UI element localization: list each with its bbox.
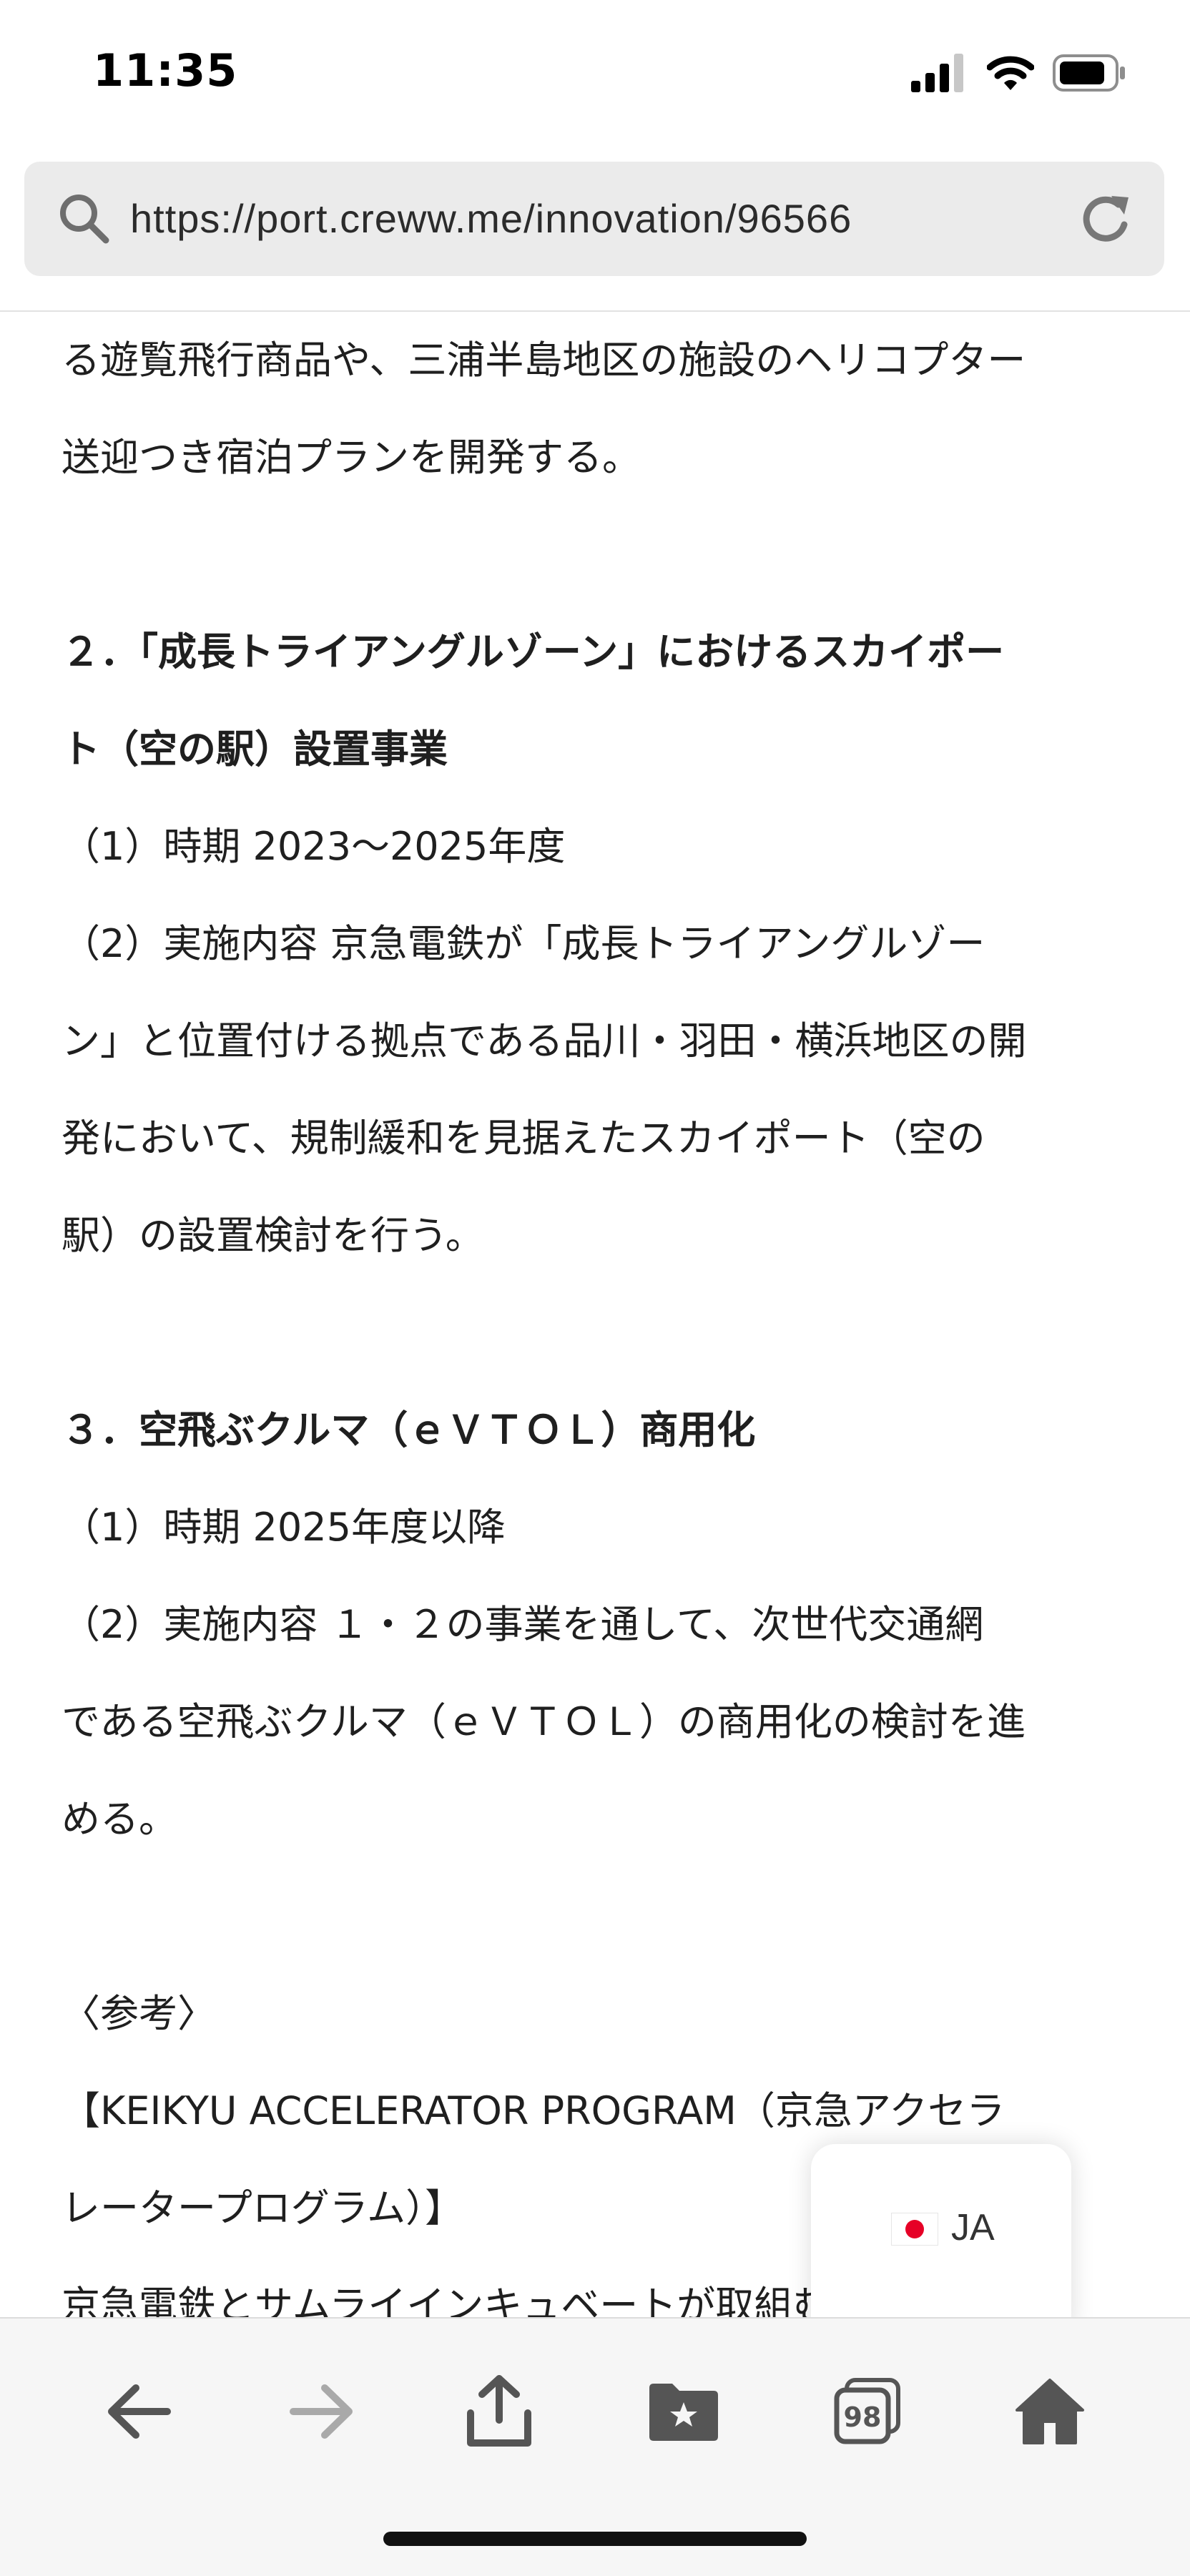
bookmarks-button[interactable]	[634, 2361, 734, 2462]
arrow-right-icon	[290, 2384, 353, 2439]
paragraph-line: （1）時期 2023〜2025年度	[62, 824, 566, 869]
article-content: る遊覧飛行商品や、三浦半島地区の施設のヘリコプター 送迎つき宿泊プランを開発する…	[62, 312, 1163, 2317]
paragraph-line: （1）時期 2025年度以降	[62, 1505, 506, 1550]
arrow-left-icon	[108, 2384, 171, 2439]
language-label: JA	[951, 2207, 995, 2248]
tabs-icon: 98	[834, 2378, 900, 2444]
reload-icon[interactable]	[1077, 190, 1136, 249]
tabs-count: 98	[844, 2402, 882, 2433]
paragraph-line: 発において、規制緩和を見据えたスカイポート（空の	[62, 1116, 985, 1161]
japan-flag-icon	[891, 2213, 938, 2246]
section-heading: ３．空飛ぶクルマ（ｅＶＴＯＬ）商用化	[62, 1407, 756, 1452]
forward-button[interactable]	[272, 2361, 372, 2462]
status-time: 11:35	[93, 44, 238, 97]
wifi-icon	[987, 56, 1034, 90]
search-icon	[60, 195, 109, 244]
paragraph-line: める。	[62, 1796, 177, 1842]
status-bar: 11:35	[0, 0, 1190, 150]
status-icons	[911, 51, 1127, 94]
paragraph-line: である空飛ぶクルマ（ｅＶＴＯＬ）の商用化の検討を進	[62, 1699, 1026, 1744]
back-button[interactable]	[89, 2361, 189, 2462]
share-icon	[467, 2375, 531, 2447]
paragraph-line: 〈参考〉	[62, 1991, 216, 2036]
url-text[interactable]: https://port.creww.me/innovation/96566	[130, 189, 852, 249]
section-heading: ２．「成長トライアングルゾーン」におけるスカイポー	[62, 629, 1005, 674]
home-icon	[1016, 2379, 1084, 2444]
home-button[interactable]	[1000, 2361, 1100, 2462]
paragraph-line: ン」と位置付ける拠点である品川・羽田・横浜地区の開	[62, 1018, 1027, 1063]
battery-icon	[1053, 54, 1125, 92]
language-switcher[interactable]: JA	[811, 2144, 1071, 2330]
paragraph-line: （2）実施内容 １・２の事業を通して、次世代交通網	[62, 1602, 984, 1647]
home-indicator	[383, 2532, 807, 2546]
bookmark-folder-icon	[649, 2384, 718, 2441]
cellular-signal-icon	[911, 54, 963, 92]
paragraph-line: る遊覧飛行商品や、三浦半島地区の施設のヘリコプター	[62, 338, 1026, 383]
paragraph-line: 駅）の設置検討を行う。	[62, 1213, 484, 1258]
paragraph-line: 送迎つき宿泊プランを開発する。	[62, 435, 641, 480]
paragraph-line: （2）実施内容 京急電鉄が「成長トライアングルゾー	[62, 921, 985, 966]
address-bar[interactable]: https://port.creww.me/innovation/96566	[24, 162, 1164, 276]
tabs-button[interactable]: 98	[817, 2361, 917, 2462]
section-heading: ト（空の駅）設置事業	[62, 727, 448, 772]
share-button[interactable]	[449, 2361, 549, 2462]
